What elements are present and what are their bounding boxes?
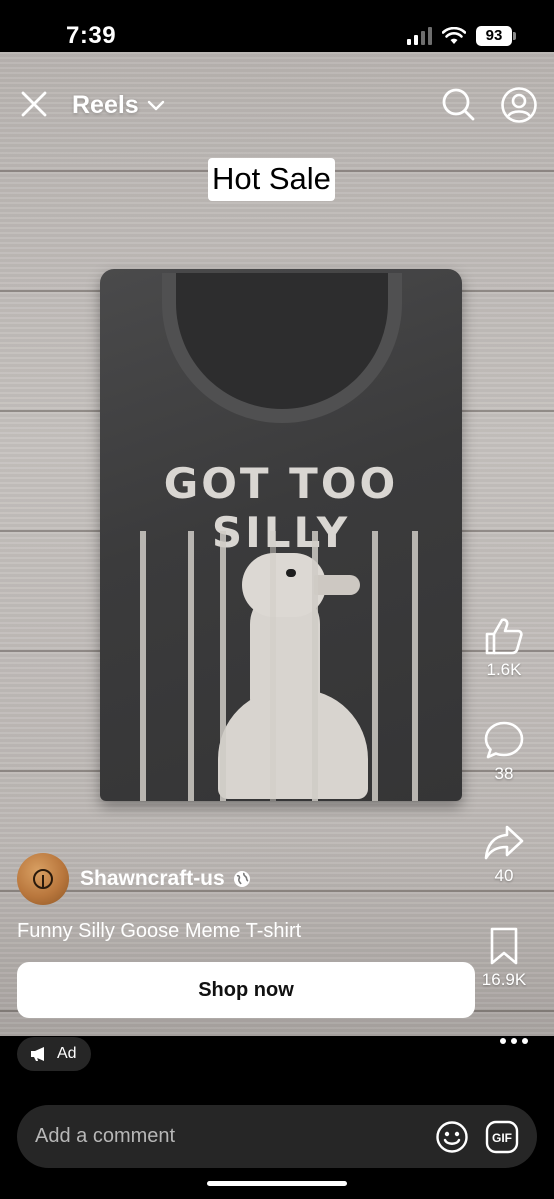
reels-title: Reels [72, 91, 139, 119]
status-time: 7:39 [66, 22, 117, 49]
emoji-icon[interactable] [435, 1120, 469, 1154]
hot-sale-label: Hot Sale [208, 158, 335, 201]
like-action[interactable]: 1.6K [454, 616, 554, 680]
close-icon[interactable] [18, 88, 50, 120]
reels-dropdown[interactable]: Reels [72, 91, 165, 120]
globe-icon [233, 871, 250, 887]
share-count: 40 [494, 866, 514, 885]
brand-logo [33, 869, 53, 889]
gif-icon[interactable]: GIF [485, 1120, 519, 1154]
like-count: 1.6K [486, 660, 522, 679]
share-icon[interactable] [483, 822, 525, 862]
comment-count: 38 [494, 764, 514, 783]
gif-label: GIF [492, 1131, 512, 1145]
ad-label: Ad [57, 1045, 77, 1062]
account-name-link[interactable]: Shawncraft-us [80, 867, 251, 891]
ad-badge[interactable]: Ad [17, 1037, 91, 1071]
signal-icon [407, 27, 432, 45]
save-count: 16.9K [481, 970, 527, 989]
more-options-icon[interactable] [494, 1034, 534, 1048]
share-action[interactable]: 40 [454, 822, 554, 886]
post-caption[interactable]: Funny Silly Goose Meme T-shirt [17, 920, 301, 943]
avatar[interactable] [17, 853, 69, 905]
account-name: Shawncraft-us [80, 867, 225, 890]
comment-placeholder: Add a comment [35, 1125, 176, 1147]
tshirt-image: GOT TOO SILLY [100, 269, 462, 801]
shop-now-button[interactable]: Shop now [17, 962, 475, 1018]
home-indicator[interactable] [207, 1181, 347, 1186]
thumbs-up-icon[interactable] [483, 616, 525, 656]
bookmark-icon[interactable] [483, 926, 525, 966]
comment-action[interactable]: 38 [454, 720, 554, 784]
jail-bars [140, 531, 420, 801]
comment-icon[interactable] [483, 720, 525, 760]
chevron-down-icon [147, 100, 164, 110]
megaphone-icon [31, 1047, 44, 1061]
action-rail: 1.6K 38 40 16.9K [454, 0, 554, 1036]
comment-input[interactable]: Add a comment GIF [17, 1105, 537, 1168]
